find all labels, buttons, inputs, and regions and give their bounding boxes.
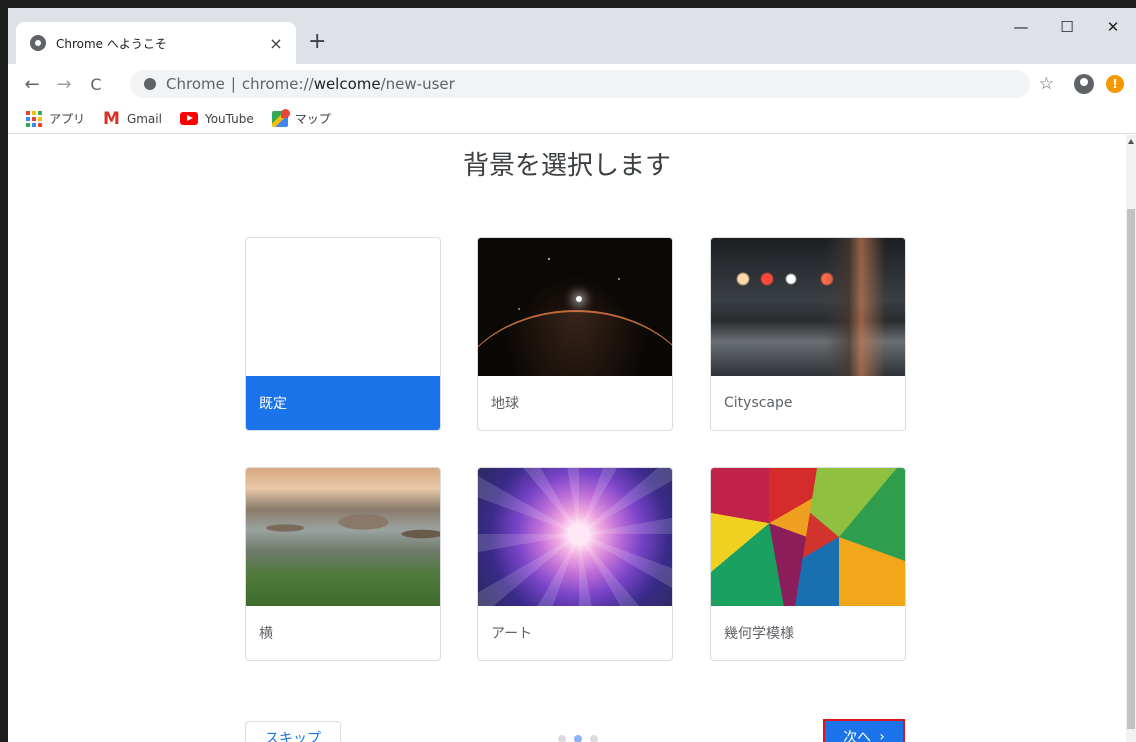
card-label: 横: [259, 626, 273, 642]
site-name: Chrome: [166, 75, 225, 93]
tab-strip: Chrome へようこそ × + — ☐ ✕: [8, 8, 1136, 64]
gmail-icon: M: [103, 108, 120, 129]
bookmarks-bar: アプリ M Gmail YouTube マップ: [8, 104, 1136, 134]
tab-close-icon[interactable]: ×: [266, 34, 286, 53]
browser-window: Chrome へようこそ × + — ☐ ✕ ← → C Chrome | ch…: [0, 0, 1136, 742]
chevron-right-icon: ›: [879, 729, 885, 742]
card-label: 地球: [491, 396, 519, 412]
tab-welcome[interactable]: Chrome へようこそ ×: [16, 22, 296, 64]
bookmark-maps[interactable]: マップ: [271, 108, 331, 127]
profile-avatar-icon[interactable]: [1074, 74, 1094, 94]
bookmark-gmail[interactable]: M Gmail: [103, 109, 162, 129]
page-viewport: 背景を選択します 既定 地球 Cityscape 横 アート 幾何学模様 スキッ…: [8, 135, 1136, 742]
background-card-earth[interactable]: 地球: [477, 237, 673, 431]
chrome-favicon-icon: [30, 35, 46, 51]
background-card-cityscape[interactable]: Cityscape: [710, 237, 906, 431]
address-bar[interactable]: Chrome | chrome://welcome/new-user: [130, 70, 1030, 98]
youtube-icon: [179, 112, 198, 125]
background-card-landscape[interactable]: 横: [245, 467, 441, 661]
step-dot-active: [574, 735, 582, 742]
art-thumbnail: [478, 468, 672, 606]
maximize-button[interactable]: ☐: [1044, 12, 1090, 42]
chrome-site-icon: [144, 78, 156, 90]
background-card-default[interactable]: 既定: [245, 237, 441, 431]
step-indicator: [558, 735, 598, 742]
skip-button[interactable]: スキップ: [245, 721, 341, 742]
next-button[interactable]: 次へ ›: [823, 719, 905, 742]
apps-grid-icon: [26, 110, 42, 127]
step-dot: [558, 735, 566, 742]
bookmark-label: アプリ: [49, 112, 86, 126]
bookmark-label: YouTube: [204, 111, 254, 126]
back-icon[interactable]: ←: [18, 74, 46, 95]
bookmark-label: マップ: [294, 112, 331, 126]
minimize-button[interactable]: —: [998, 12, 1044, 42]
card-label: アート: [491, 626, 533, 642]
maps-icon: [271, 108, 290, 127]
background-card-geometric[interactable]: 幾何学模様: [710, 467, 906, 661]
bookmark-star-icon[interactable]: ☆: [1039, 74, 1054, 94]
card-label: Cityscape: [724, 395, 793, 411]
scroll-up-arrow-icon[interactable]: [1128, 139, 1134, 144]
page-title: 背景を選択します: [462, 151, 671, 181]
browser-toolbar: ← → C Chrome | chrome://welcome/new-user…: [8, 64, 1136, 104]
bookmark-youtube[interactable]: YouTube: [179, 111, 254, 126]
step-dot: [590, 735, 598, 742]
update-badge-icon[interactable]: !: [1106, 75, 1124, 93]
next-label: 次へ: [843, 730, 872, 742]
cityscape-thumbnail: [711, 238, 905, 376]
geometric-thumbnail: [711, 468, 905, 606]
url-path: /new-user: [380, 75, 455, 93]
new-tab-icon[interactable]: +: [308, 30, 326, 54]
window-controls: — ☐ ✕: [998, 12, 1136, 42]
bookmark-apps[interactable]: アプリ: [26, 110, 85, 127]
bookmark-label: Gmail: [126, 111, 162, 126]
vertical-scrollbar[interactable]: [1126, 135, 1136, 742]
tab-title: Chrome へようこそ: [56, 36, 167, 51]
url-scheme: chrome://: [241, 75, 314, 93]
card-label: 幾何学模様: [724, 626, 794, 642]
close-button[interactable]: ✕: [1090, 12, 1136, 42]
background-thumbnail-empty: [246, 238, 440, 376]
card-label: 既定: [246, 376, 440, 430]
url-host: welcome: [313, 75, 381, 93]
background-card-art[interactable]: アート: [477, 467, 673, 661]
reload-icon[interactable]: C: [82, 75, 110, 94]
earth-thumbnail: [478, 238, 672, 376]
forward-icon[interactable]: →: [50, 74, 78, 95]
url-separator: |: [230, 75, 236, 93]
landscape-thumbnail: [246, 468, 440, 606]
scrollbar-thumb[interactable]: [1127, 209, 1135, 729]
